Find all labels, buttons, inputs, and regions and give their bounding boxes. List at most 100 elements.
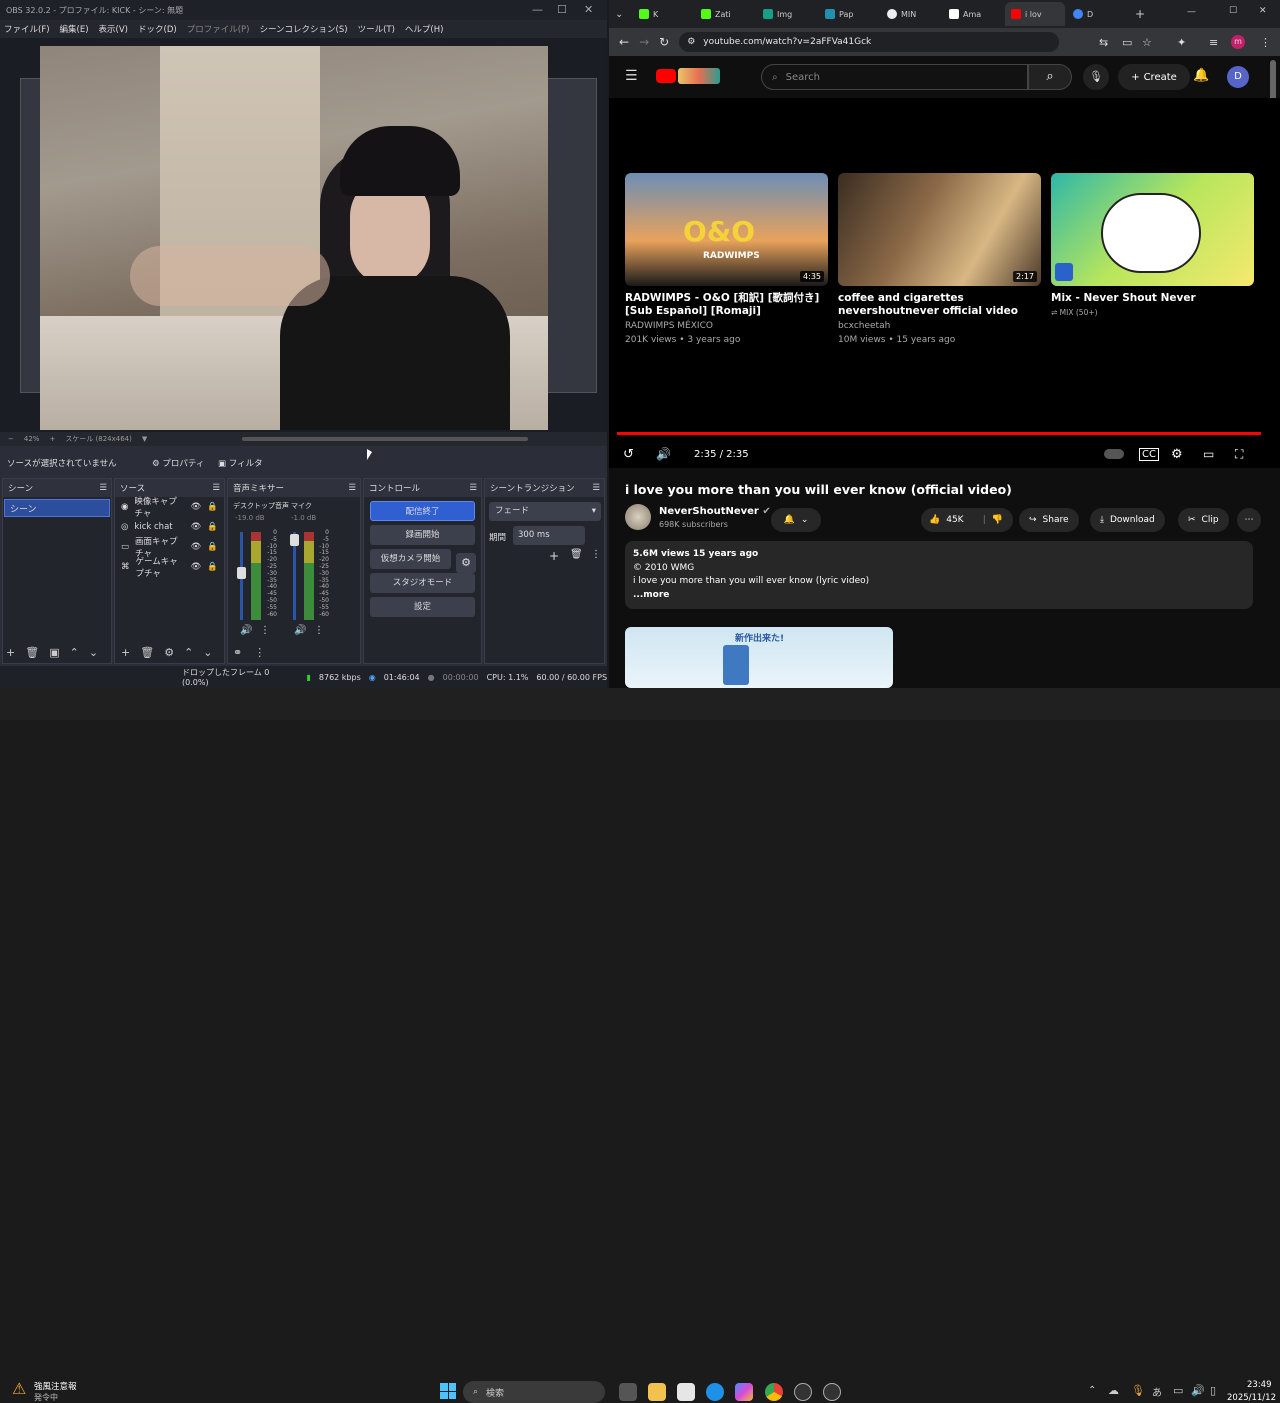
video-player[interactable]: O&O RADWIMPS 4:35 RADWIMPS - O&O [和訳] [歌…: [609, 98, 1280, 468]
mic-icon[interactable]: 🎙: [1131, 1384, 1145, 1397]
weather-warning-icon[interactable]: ⚠: [12, 1379, 26, 1398]
more-icon[interactable]: ⋮: [591, 549, 601, 560]
preview-scrollbar[interactable]: [242, 437, 528, 441]
tab-search-icon[interactable]: ⌄: [615, 9, 631, 20]
down-icon[interactable]: ⌄: [203, 646, 212, 659]
more-icon[interactable]: ⋮: [254, 646, 265, 659]
chevron-up-icon[interactable]: ⌃: [1088, 1385, 1096, 1396]
gear-icon[interactable]: ⚙: [456, 553, 476, 573]
source-item[interactable]: ◎ kick chat 👁 🔒: [115, 517, 224, 537]
trash-icon[interactable]: 🗑: [25, 646, 39, 659]
zoom-in-icon[interactable]: +: [49, 435, 55, 443]
autoplay-toggle[interactable]: [1104, 449, 1124, 459]
profile-avatar[interactable]: m: [1231, 35, 1245, 49]
lock-icon[interactable]: 🔒: [207, 522, 218, 532]
mic-icon[interactable]: 🎙: [1083, 64, 1109, 90]
lock-icon[interactable]: 🔒: [207, 562, 218, 572]
new-tab-icon[interactable]: +: [1135, 7, 1145, 21]
tab-min[interactable]: MIN: [881, 2, 941, 26]
forward-icon[interactable]: →: [639, 35, 649, 49]
chevron-down-icon[interactable]: ▼: [142, 435, 147, 443]
volume-icon[interactable]: 🔊: [1191, 1384, 1205, 1397]
up-icon[interactable]: ⌃: [70, 646, 79, 659]
menu-profile[interactable]: プロファイル(P): [187, 23, 250, 35]
menu-help[interactable]: ヘルプ(H): [405, 23, 444, 35]
link-icon[interactable]: ⚭: [233, 646, 242, 659]
speaker-icon[interactable]: 🔊: [240, 625, 252, 636]
trash-icon[interactable]: 🗑: [570, 549, 583, 560]
more-link[interactable]: ...more: [633, 589, 1245, 603]
maximize-icon[interactable]: ☐: [1229, 6, 1237, 16]
doodle-logo[interactable]: [678, 68, 720, 84]
menu-edit[interactable]: 編集(E): [60, 23, 89, 35]
clock-time[interactable]: 23:49: [1247, 1380, 1272, 1390]
eye-icon[interactable]: 👁: [191, 542, 202, 552]
network-icon[interactable]: ▭: [1173, 1384, 1183, 1397]
zoom-out-icon[interactable]: −: [8, 435, 14, 443]
settings-button[interactable]: 設定: [370, 597, 475, 617]
add-icon[interactable]: +: [121, 646, 130, 659]
download-button[interactable]: ⤓ Download: [1090, 508, 1165, 532]
endscreen-card[interactable]: O&O RADWIMPS 4:35 RADWIMPS - O&O [和訳] [歌…: [625, 173, 828, 346]
channel-name[interactable]: NeverShoutNever ✔: [659, 506, 771, 517]
studio-mode-button[interactable]: スタジオモード: [370, 573, 475, 593]
account-avatar[interactable]: D: [1227, 66, 1249, 88]
eye-icon[interactable]: 👁: [191, 522, 202, 532]
trash-icon[interactable]: 🗑: [140, 646, 154, 659]
translate-icon[interactable]: ⇆: [1099, 36, 1108, 49]
minimize-icon[interactable]: —: [532, 3, 543, 16]
battery-icon[interactable]: ▯: [1210, 1384, 1216, 1397]
more-icon[interactable]: ⋮: [314, 625, 324, 636]
menu-docks[interactable]: ドック(D): [138, 23, 177, 35]
tab-kick-1[interactable]: K: [633, 2, 693, 26]
tab-amazon[interactable]: Ama: [943, 2, 1003, 26]
volume-icon[interactable]: 🔊: [656, 447, 671, 461]
like-button[interactable]: 👍 45K | 👎: [921, 508, 1013, 532]
taskbar-search[interactable]: ⌕ 検索: [463, 1381, 605, 1403]
bookmark-icon[interactable]: ☆: [1142, 36, 1152, 49]
weather-text[interactable]: 強風注意報: [34, 1380, 77, 1392]
search-input[interactable]: ⌕ Search: [761, 64, 1028, 90]
obs-preview[interactable]: [0, 38, 607, 432]
transition-select[interactable]: フェード ▾: [489, 502, 601, 521]
more-icon[interactable]: ⋮: [260, 625, 270, 636]
source-item[interactable]: ▭ 画面キャプチャ 👁 🔒: [115, 537, 224, 559]
create-button[interactable]: + Create: [1118, 64, 1190, 90]
menu-scene-collection[interactable]: シーンコレクション(S): [259, 23, 347, 35]
filters-button[interactable]: ▣ フィルタ: [218, 457, 263, 469]
back-icon[interactable]: ←: [619, 35, 629, 49]
extensions-icon[interactable]: ✦: [1177, 36, 1186, 49]
source-item[interactable]: ◉ 映像キャプチャ 👁 🔒: [115, 497, 224, 519]
tab-pap[interactable]: Pap: [819, 2, 879, 26]
endscreen-card[interactable]: Mix - Never Shout Never ⇌ MIX (50+): [1051, 173, 1254, 319]
ad-thumbnail[interactable]: 新作出来た!: [625, 627, 893, 688]
app-icon[interactable]: [823, 1383, 841, 1401]
start-icon[interactable]: [440, 1383, 456, 1399]
cloud-icon[interactable]: ☁: [1108, 1384, 1119, 1397]
reload-icon[interactable]: ↻: [659, 35, 669, 49]
virtual-camera-button[interactable]: 仮想カメラ開始: [370, 549, 451, 569]
store-icon[interactable]: [677, 1383, 695, 1401]
filter-icon[interactable]: ▣: [49, 646, 59, 659]
file-explorer-icon[interactable]: [648, 1383, 666, 1401]
tab-d[interactable]: D: [1067, 2, 1127, 26]
captions-icon[interactable]: CC: [1139, 447, 1159, 461]
start-recording-button[interactable]: 録画開始: [370, 525, 475, 545]
close-icon[interactable]: ✕: [1259, 6, 1267, 16]
task-view-icon[interactable]: [619, 1383, 637, 1401]
replay-icon[interactable]: ↺: [623, 447, 634, 462]
gear-icon[interactable]: ⚙: [164, 646, 174, 659]
theater-icon[interactable]: ▭: [1203, 447, 1214, 461]
up-icon[interactable]: ⌃: [184, 646, 193, 659]
eye-icon[interactable]: 👁: [191, 502, 202, 512]
scene-item[interactable]: シーン: [4, 499, 110, 517]
duration-input[interactable]: 300 ms: [513, 526, 585, 545]
speaker-icon[interactable]: 🔊: [294, 625, 306, 636]
lock-icon[interactable]: 🔒: [207, 502, 218, 512]
down-icon[interactable]: ⌄: [89, 646, 98, 659]
menu-icon[interactable]: ⋮: [1260, 36, 1271, 49]
mic-volume-handle[interactable]: [290, 534, 299, 546]
menu-file[interactable]: ファイル(F): [4, 23, 50, 35]
menu-tools[interactable]: ツール(T): [358, 23, 395, 35]
source-item[interactable]: ⌘ ゲームキャプチャ 👁 🔒: [115, 557, 224, 579]
